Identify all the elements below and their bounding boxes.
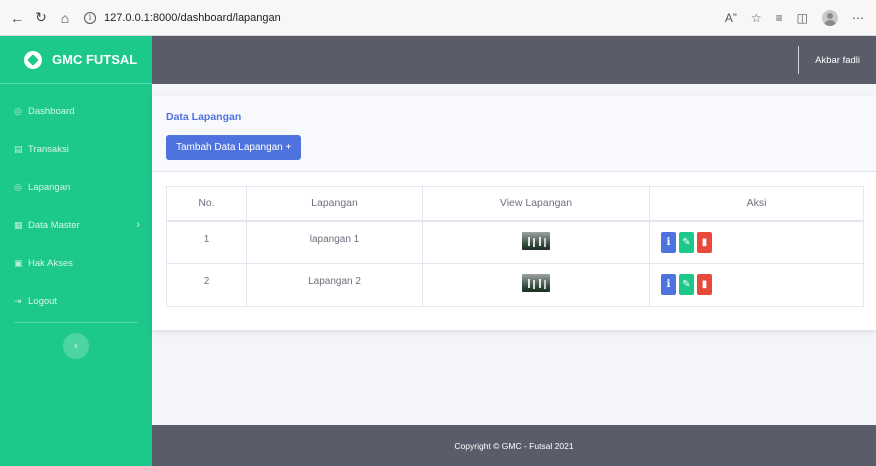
sidebar-item-label: Hak Akses — [28, 257, 73, 269]
column-header-aksi: Aksi — [649, 186, 864, 222]
cell-lapangan: lapangan 1 — [246, 220, 423, 264]
profile-avatar-icon[interactable] — [822, 9, 838, 26]
field-thumbnail-image[interactable] — [522, 274, 550, 292]
favorites-list-icon[interactable]: ≡ — [776, 11, 783, 25]
copyright-text: Copyright © GMC - Futsal 2021 — [454, 440, 574, 451]
home-icon[interactable]: ⌂ — [54, 7, 76, 29]
topbar-divider — [798, 46, 800, 74]
cell-view — [422, 220, 650, 264]
transaction-icon: ▤ — [14, 143, 23, 154]
edit-button[interactable]: ✎ — [679, 231, 694, 253]
delete-button[interactable]: ▮ — [697, 231, 712, 253]
field-thumbnail-image[interactable] — [522, 231, 550, 250]
more-menu-icon[interactable]: ⋯ — [852, 11, 864, 25]
table-header-row: No. Lapangan View Lapangan Aksi — [166, 186, 864, 222]
chevron-right-icon: › — [136, 219, 140, 231]
sidebar-brand[interactable]: GMC FUTSAL — [0, 36, 152, 84]
data-lapangan-card: Data Lapangan Tambah Data Lapangan + No.… — [152, 96, 876, 330]
user-name[interactable]: Akbar fadli — [815, 55, 860, 66]
lock-icon: ▣ — [14, 257, 23, 268]
detail-button[interactable]: i — [661, 231, 676, 253]
sidebar-item-logout[interactable]: ⇥ Logout — [0, 282, 152, 320]
browser-toolbar: ← ↻ ⌂ i 127.0.0.1:8000/dashboard/lapanga… — [0, 0, 876, 36]
soccer-ball-icon — [24, 50, 42, 69]
read-aloud-icon[interactable]: A” — [725, 11, 737, 25]
brand-name: GMC FUTSAL — [52, 52, 138, 67]
address-bar[interactable]: i 127.0.0.1:8000/dashboard/lapangan — [84, 5, 644, 31]
cell-view — [422, 263, 650, 307]
column-header-lapangan: Lapangan — [246, 186, 423, 222]
card-title: Data Lapangan — [166, 111, 242, 123]
sidebar-item-label: Transaksi — [28, 143, 69, 155]
sidebar-item-dashboard[interactable]: ◎ Dashboard — [0, 92, 152, 130]
sidebar-item-hak-akses[interactable]: ▣ Hak Akses — [0, 244, 152, 282]
sidebar-item-label: Dashboard — [28, 105, 75, 117]
collections-icon[interactable]: ◫ — [797, 11, 808, 25]
cell-no: 1 — [166, 220, 247, 264]
column-header-view: View Lapangan — [422, 186, 650, 222]
edit-button[interactable]: ✎ — [679, 274, 694, 295]
sidebar-item-lapangan[interactable]: ◎ Lapangan — [0, 168, 152, 206]
cell-actions: i ✎ ▮ — [649, 263, 864, 307]
sidebar-item-label: Logout — [28, 295, 58, 307]
card-header: Data Lapangan Tambah Data Lapangan + — [152, 96, 876, 172]
table-row: 1 lapangan 1 i ✎ ▮ — [166, 220, 864, 264]
topbar: Akbar fadli — [152, 36, 876, 84]
lapangan-table: No. Lapangan View Lapangan Aksi 1 lapang… — [166, 186, 864, 307]
cell-actions: i ✎ ▮ — [649, 220, 864, 264]
sidebar-item-data-master[interactable]: ▦ Data Master › — [0, 206, 152, 244]
dashboard-icon: ◎ — [14, 105, 22, 116]
favorite-star-icon[interactable]: ☆ — [751, 11, 762, 25]
cell-lapangan: Lapangan 2 — [246, 263, 423, 307]
cell-no: 2 — [166, 263, 247, 307]
delete-button[interactable]: ▮ — [697, 274, 712, 295]
url-text[interactable]: 127.0.0.1:8000/dashboard/lapangan — [104, 12, 281, 24]
logout-icon: ⇥ — [14, 295, 22, 306]
sidebar-divider — [14, 322, 138, 323]
column-header-no: No. — [166, 186, 247, 222]
back-arrow-icon[interactable]: ← — [6, 7, 28, 29]
sidebar: GMC FUTSAL ◎ Dashboard ▤ Transaksi ◎ Lap… — [0, 36, 152, 466]
table-icon: ▦ — [14, 219, 23, 230]
footer: Copyright © GMC - Futsal 2021 — [152, 425, 876, 466]
sidebar-toggle-button[interactable]: ‹ — [63, 333, 89, 359]
add-lapangan-button[interactable]: Tambah Data Lapangan + — [166, 135, 302, 160]
sidebar-item-transaksi[interactable]: ▤ Transaksi — [0, 130, 152, 168]
reload-icon[interactable]: ↻ — [30, 7, 52, 29]
detail-button[interactable]: i — [661, 274, 676, 295]
chevron-left-icon: ‹ — [74, 340, 78, 352]
field-icon: ◎ — [14, 181, 22, 192]
info-icon[interactable]: i — [84, 11, 96, 24]
sidebar-item-label: Lapangan — [28, 181, 71, 193]
sidebar-item-label: Data Master — [28, 219, 80, 231]
table-row: 2 Lapangan 2 i ✎ ▮ — [166, 263, 864, 307]
